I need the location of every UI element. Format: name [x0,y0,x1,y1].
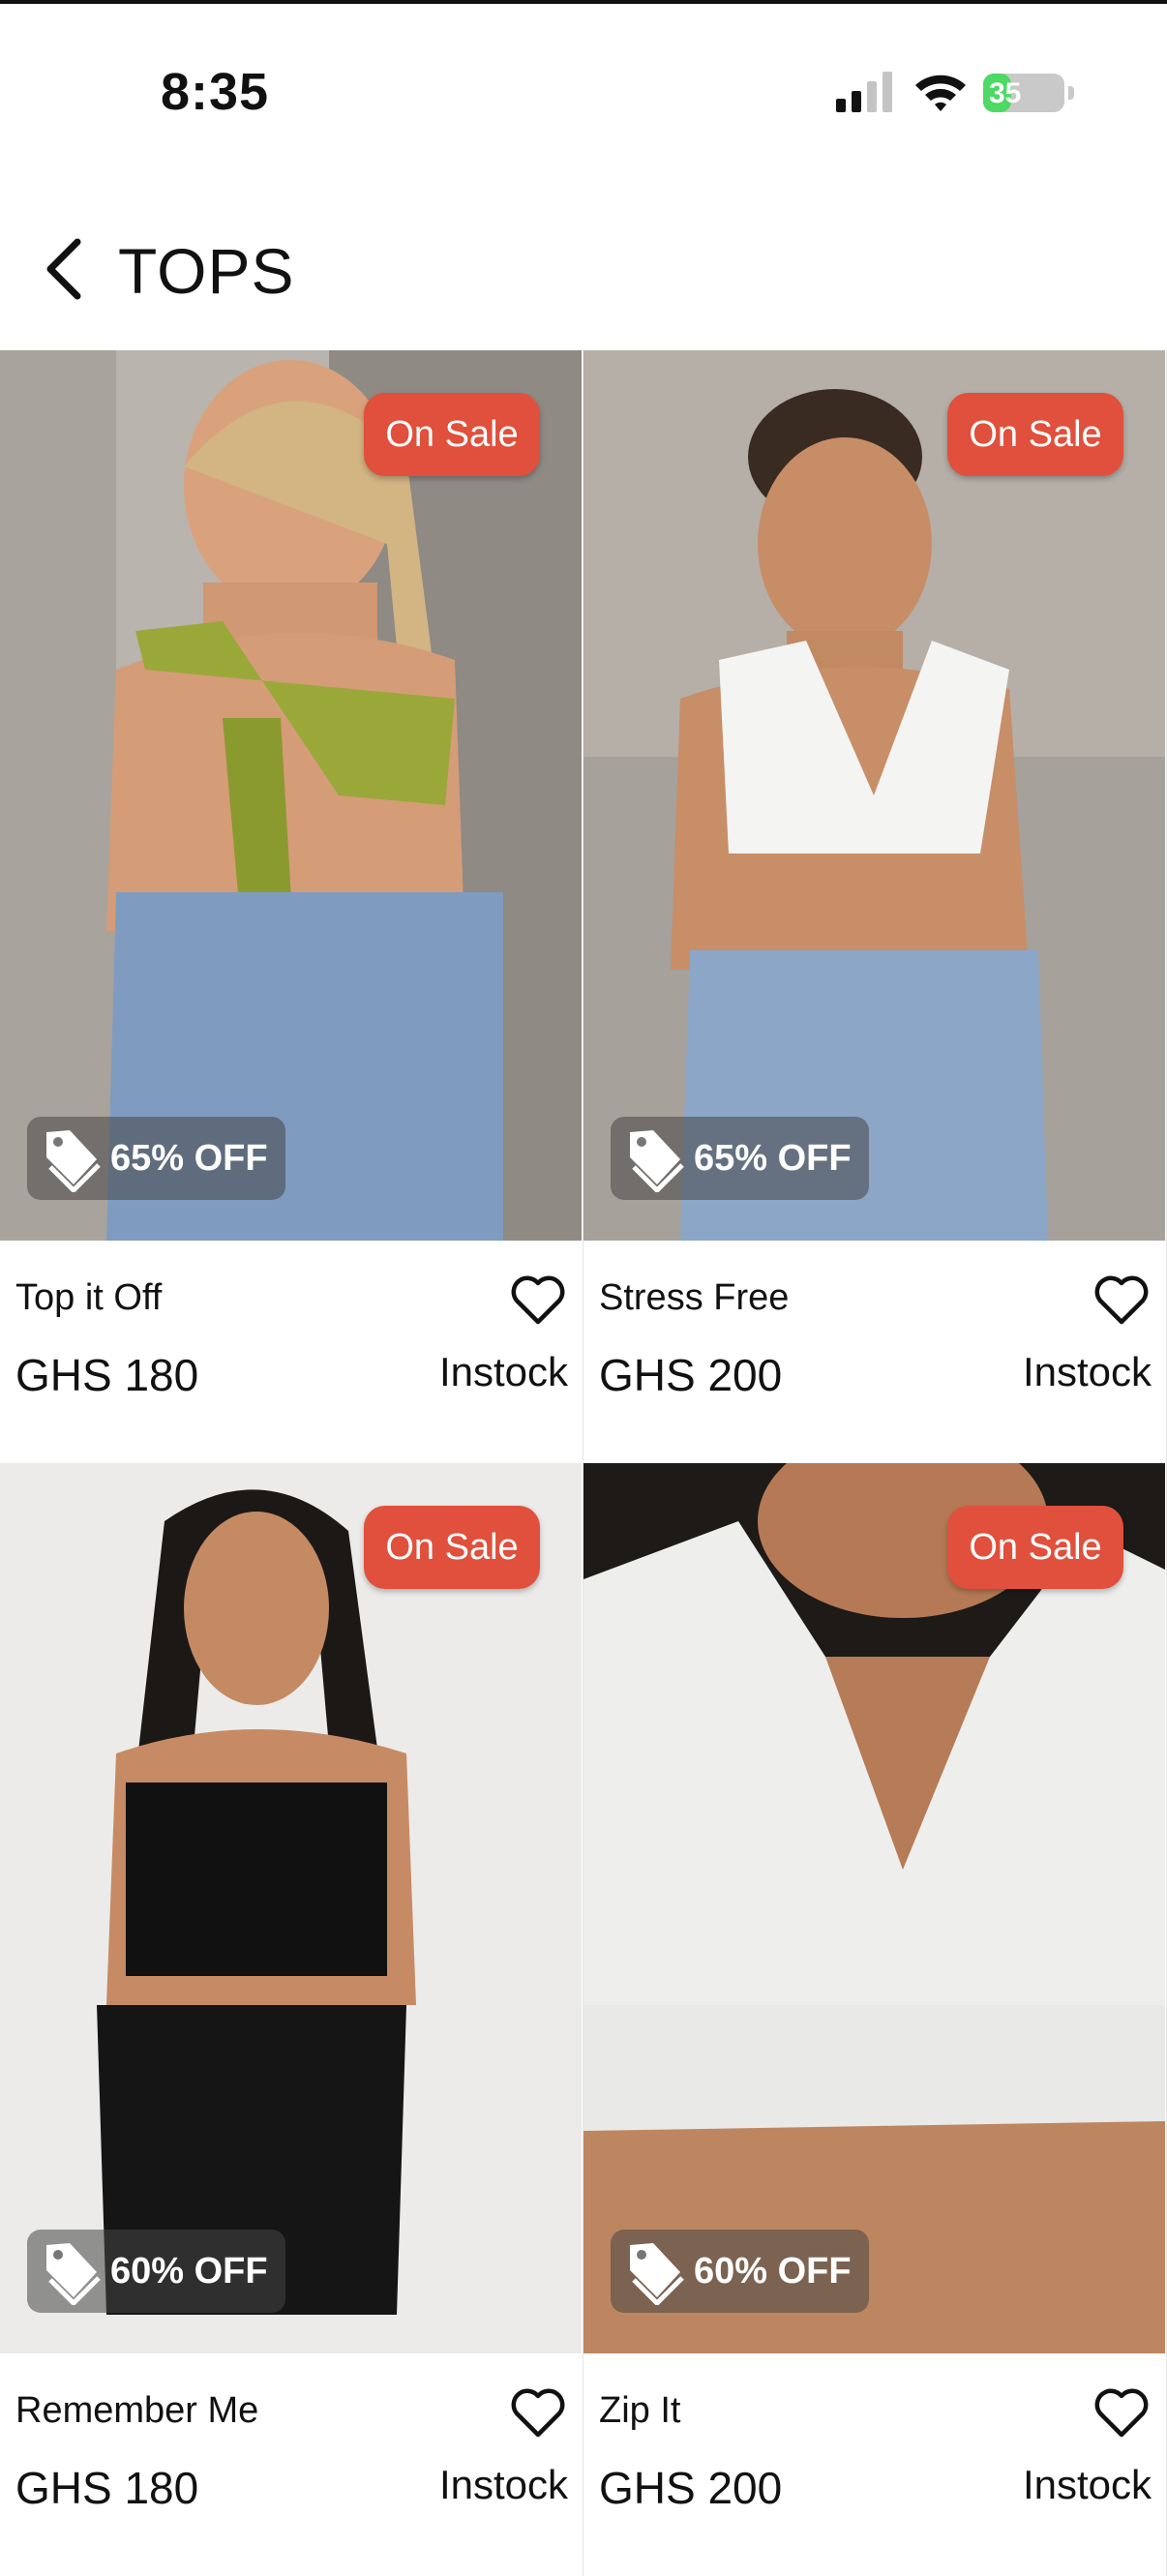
stock-status: Instock [438,1349,568,1394]
discount-label: 60% OFF [694,2251,852,2291]
stock-status: Instock [1022,1349,1152,1394]
status-time: 8:35 [161,63,270,121]
product-card[interactable]: On Sale 65% OFF Stress Free GHS 200 Inst… [584,350,1167,1463]
discount-badge: 65% OFF [611,1117,869,1200]
on-sale-badge: On Sale [364,1506,540,1589]
wifi-icon [915,75,966,111]
page-header: TOPS [0,213,1167,348]
product-image[interactable]: On Sale 60% OFF [584,1463,1165,2353]
discount-badge: 60% OFF [27,2230,285,2313]
discount-label: 65% OFF [694,1138,852,1179]
battery-icon: 35 [983,74,1078,112]
on-sale-badge: On Sale [364,393,540,476]
discount-label: 60% OFF [110,2251,268,2291]
stock-status: Instock [438,2462,568,2507]
product-name[interactable]: Stress Free [599,1277,789,1319]
price-tag-icon [46,2243,101,2305]
product-name[interactable]: Remember Me [15,2390,258,2432]
cellular-signal-icon [836,72,892,112]
product-card[interactable]: On Sale 65% OFF Top it Off GHS 180 Insto… [0,350,584,1463]
top-edge [0,0,1167,4]
product-info: Zip It GHS 200 Instock [584,2353,1165,2576]
price-tag-icon [46,1130,101,1192]
product-info: Top it Off GHS 180 Instock [0,1241,582,1463]
product-name[interactable]: Zip It [599,2390,680,2432]
product-price: GHS 200 [599,1350,783,1400]
discount-badge: 60% OFF [611,2230,869,2313]
product-image[interactable]: On Sale 65% OFF [584,350,1165,1241]
price-tag-icon [630,1130,684,1192]
on-sale-badge: On Sale [947,393,1123,476]
product-card[interactable]: On Sale 60% OFF Zip It GHS 200 Instock [584,1463,1167,2576]
heart-icon[interactable] [1094,1275,1149,1326]
product-name[interactable]: Top it Off [15,1277,162,1319]
heart-icon[interactable] [511,2388,565,2439]
product-info: Stress Free GHS 200 Instock [584,1241,1165,1463]
discount-label: 65% OFF [110,1138,268,1179]
stock-status: Instock [1022,2462,1152,2507]
product-image[interactable]: On Sale 60% OFF [0,1463,582,2353]
battery-percent: 35 [989,77,1022,109]
product-price: GHS 180 [15,2463,199,2513]
product-price: GHS 200 [599,2463,783,2513]
page-title: TOPS [118,235,295,307]
price-tag-icon [630,2243,684,2305]
product-image[interactable]: On Sale 65% OFF [0,350,582,1241]
heart-icon[interactable] [1094,2388,1149,2439]
product-info: Remember Me GHS 180 Instock [0,2353,582,2576]
product-card[interactable]: On Sale 60% OFF Remember Me GHS 180 Inst… [0,1463,584,2576]
chevron-left-icon[interactable] [39,234,93,304]
product-price: GHS 180 [15,1350,199,1400]
discount-badge: 65% OFF [27,1117,285,1200]
heart-icon[interactable] [511,1275,565,1326]
on-sale-badge: On Sale [947,1506,1123,1589]
